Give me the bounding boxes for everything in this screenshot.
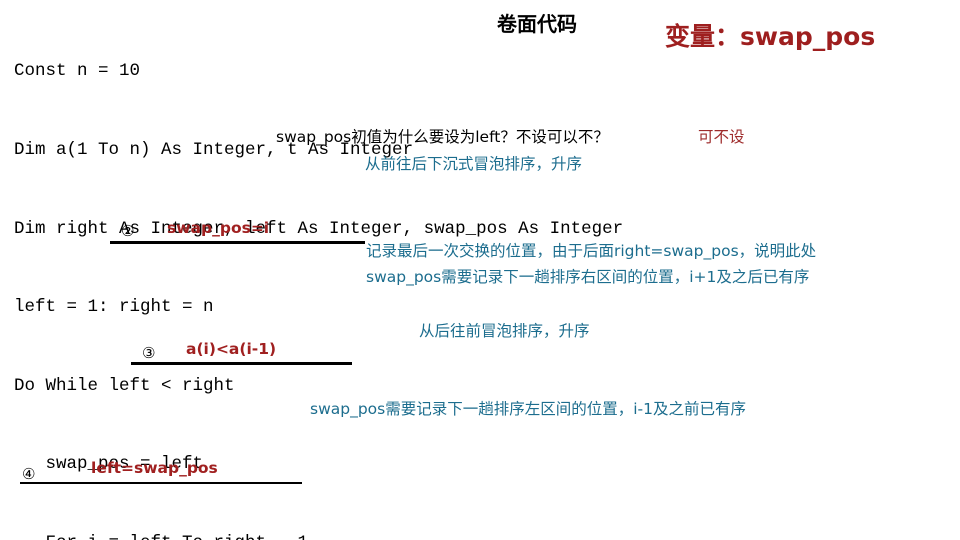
code-line: Dim right As Integer, left As Integer, s…	[14, 218, 624, 239]
blank-marker-2: ②	[121, 222, 135, 240]
blank-underline-2	[110, 241, 365, 244]
annotation-swap-pos-init-answer: 可不设	[698, 128, 745, 146]
code-line: For i = left To right - 1	[14, 530, 623, 540]
blank-marker-4: ④	[22, 465, 36, 483]
annotation-record-last-swap-line2: swap_pos需要记录下一趟排序右区间的位置，i+1及之后已有序	[366, 268, 810, 286]
slide-canvas: Const n = 10 Dim a(1 To n) As Integer, t…	[0, 0, 960, 540]
blank-answer-4: left=swap_pos	[91, 459, 218, 477]
blank-underline-4	[20, 482, 302, 484]
annotation-swap-pos-init-question: swap_pos初值为什么要设为left？不设可以不？	[276, 128, 609, 146]
variable-title: 变量：swap_pos	[665, 22, 876, 51]
annotation-left-interval-note: swap_pos需要记录下一趟排序左区间的位置，i-1及之前已有序	[310, 400, 746, 418]
exam-code-title: 卷面代码	[497, 12, 577, 36]
annotation-forward-pass: 从前往后下沉式冒泡排序，升序	[365, 155, 583, 173]
blank-answer-2: swap_pos=i	[167, 219, 270, 237]
code-line: Do While left < right	[14, 375, 235, 396]
code-line: Const n = 10	[14, 61, 141, 82]
blank-marker-3: ③	[142, 344, 156, 362]
annotation-record-last-swap-line1: 记录最后一次交换的位置，由于后面right=swap_pos，说明此处	[366, 242, 817, 260]
blank-answer-3: a(i)<a(i-1)	[186, 340, 277, 358]
code-line: left = 1: right = n	[14, 297, 214, 318]
annotation-backward-pass: 从后往前冒泡排序，升序	[419, 322, 590, 340]
blank-underline-3	[131, 362, 352, 365]
